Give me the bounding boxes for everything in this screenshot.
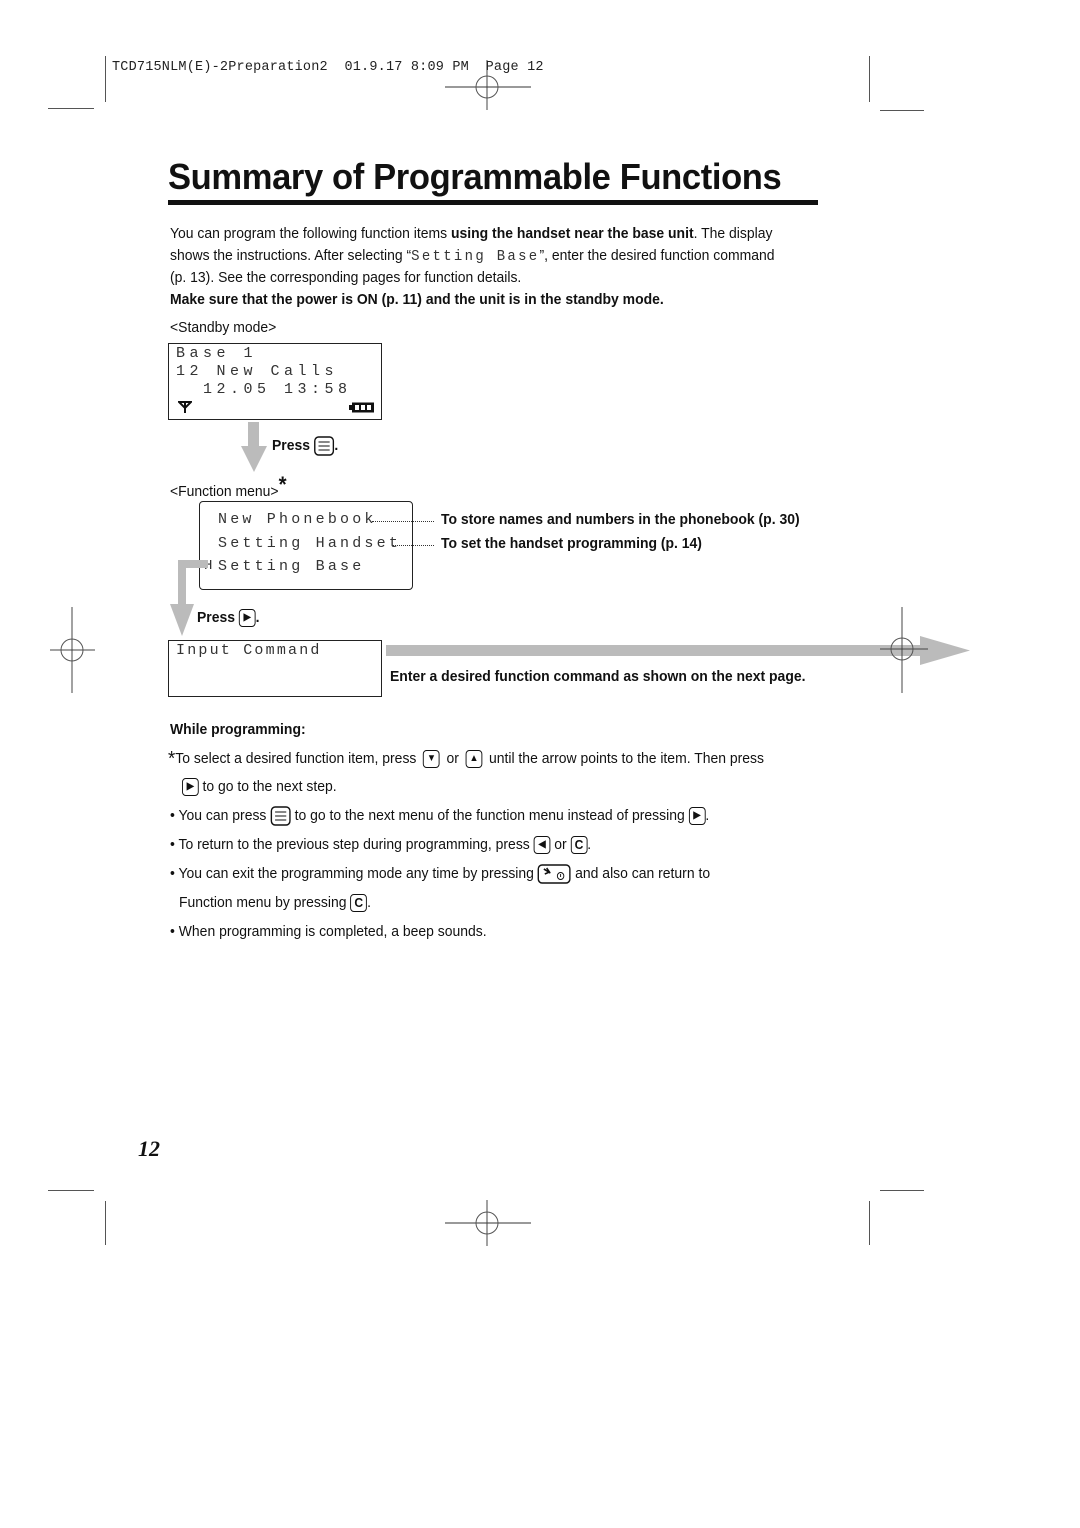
down-key-icon: ▼ <box>423 750 440 769</box>
title-rule <box>168 200 818 205</box>
intro-text: shows the instructions. After selecting … <box>170 247 412 264</box>
note-text: until the arrow points to the item. Then… <box>488 750 764 767</box>
note-text: To select a desired function item, press <box>175 750 417 767</box>
bullet-beep: • When programming is completed, a beep … <box>170 923 487 940</box>
handset-description: To set the handset programming (p. 14) <box>441 535 702 552</box>
standby-label: <Standby mode> <box>170 319 277 336</box>
intro-text: . The display <box>693 225 773 242</box>
phonebook-description: To store names and numbers in the phoneb… <box>441 511 800 528</box>
note-select-item: *To select a desired function item, pres… <box>168 746 764 770</box>
menu-key-icon <box>270 806 291 826</box>
bullet-exit-mode-cont: Function menu by pressing C. <box>179 892 371 914</box>
press-label: Press <box>272 437 311 454</box>
punctuation: . <box>255 609 260 626</box>
crop-mark <box>880 1190 924 1191</box>
crop-mark <box>869 56 870 102</box>
intro-line-2: shows the instructions. After selecting … <box>170 245 774 268</box>
standby-warning: Make sure that the power is ON (p. 11) a… <box>170 291 664 308</box>
intro-emphasis: using the handset near the base unit <box>450 225 694 242</box>
bullet-text: When programming is completed, a beep so… <box>178 923 487 940</box>
menu-item-new-phonebook[interactable]: New Phonebook <box>218 511 377 528</box>
intro-line-1: You can program the following function i… <box>170 223 772 245</box>
bullet-text: To return to the previous step during pr… <box>178 836 530 853</box>
bullet-menu-key: • You can press to go to the next menu o… <box>170 805 709 827</box>
up-key-icon: ▲ <box>465 750 483 769</box>
standby-display: Base 1 12 New Calls 12.05 13:58 <box>168 343 382 420</box>
left-key-icon: ◀ <box>533 836 551 855</box>
crop-mark <box>105 56 106 102</box>
lcd-line: Input Command <box>176 642 322 659</box>
bullet-text: Function menu by pressing <box>179 894 347 911</box>
bullet-text: You can press <box>178 807 267 824</box>
press-menu-step: Press . <box>272 435 338 457</box>
clear-key-icon: C <box>350 894 368 913</box>
menu-item-setting-handset[interactable]: Setting Handset <box>218 535 401 552</box>
page-title: Summary of Programmable Functions <box>168 156 782 197</box>
function-menu-label: <Function menu>* <box>170 474 287 503</box>
menu-key-icon <box>314 436 335 456</box>
intro-text: ”, enter the desired function command <box>539 247 775 264</box>
bullet-text: and also can return to <box>575 865 711 882</box>
antenna-icon <box>178 401 192 413</box>
page-number: 12 <box>138 1136 160 1161</box>
lcd-line: Base 1 <box>176 345 258 362</box>
press-label: Press <box>197 609 236 626</box>
note-next-step: ▶ to go to the next step. <box>182 776 337 798</box>
registration-mark <box>880 607 928 693</box>
menu-item-setting-base[interactable]: Setting Base <box>218 558 364 575</box>
while-programming-heading: While programming: <box>170 721 306 738</box>
input-command-instruction: Enter a desired function command as show… <box>390 668 806 685</box>
right-key-icon: ▶ <box>688 807 706 826</box>
slug-file: TCD715NLM(E)-2Preparation2 <box>112 60 328 75</box>
intro-line-3: (p. 13). See the corresponding pages for… <box>170 269 522 286</box>
asterisk: * <box>278 472 287 497</box>
crop-mark <box>869 1201 870 1245</box>
bullet-previous-step: • To return to the previous step during … <box>170 836 592 855</box>
slug-time: 8:09 PM <box>410 60 469 75</box>
flow-arrow-down <box>241 422 267 472</box>
punctuation: . <box>587 836 592 853</box>
bullet-text: You can exit the programming mode any ti… <box>178 865 534 882</box>
function-menu-text: <Function menu> <box>170 483 279 500</box>
lcd-line: 12.05 13:58 <box>176 381 352 398</box>
note-text: to go to the next step. <box>202 778 337 795</box>
leader-dots <box>372 521 434 522</box>
press-right-step: Press ▶. <box>197 607 260 629</box>
right-key-icon: ▶ <box>238 609 256 628</box>
intro-lcd-text: Setting Base <box>411 248 540 265</box>
punctuation: . <box>705 807 710 824</box>
function-menu-display: New Phonebook Setting Handset H Setting … <box>199 501 413 590</box>
right-key-icon: ▶ <box>182 778 199 797</box>
registration-mark <box>50 607 95 693</box>
clear-key-icon: C <box>570 836 588 855</box>
input-command-display: Input Command <box>168 640 382 697</box>
bullet-text: or <box>554 836 567 853</box>
crop-mark <box>48 1190 94 1191</box>
punctuation: . <box>367 894 372 911</box>
bullet-text: to go to the next menu of the function m… <box>294 807 685 824</box>
slug-date: 01.9.17 <box>344 60 403 75</box>
intro-text: You can program the following function i… <box>170 225 451 242</box>
registration-mark <box>445 1200 531 1246</box>
crop-mark <box>48 108 94 109</box>
battery-icon <box>349 402 374 413</box>
print-slug: TCD715NLM(E)-2Preparation2 01.9.17 8:09 … <box>112 60 544 75</box>
asterisk: * <box>168 748 176 770</box>
punctuation: . <box>334 437 339 454</box>
lcd-line: 12 New Calls <box>176 363 339 380</box>
note-text: or <box>446 750 459 767</box>
crop-mark <box>880 110 924 111</box>
bullet-exit-mode: • You can exit the programming mode any … <box>170 863 710 885</box>
crop-mark <box>105 1201 106 1245</box>
slug-page: Page 12 <box>485 60 544 75</box>
leader-dots <box>392 545 434 546</box>
off-key-icon <box>538 864 572 884</box>
